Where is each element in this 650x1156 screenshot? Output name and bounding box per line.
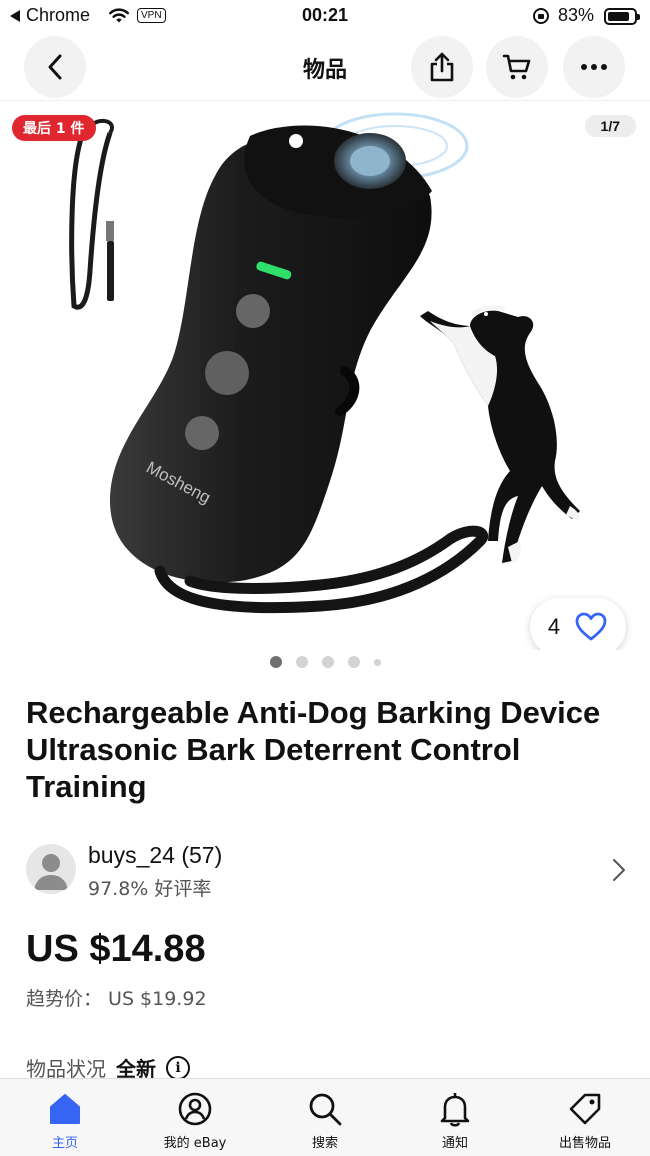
tab-sell-label: 出售物品 [558, 1136, 611, 1151]
home-icon [50, 1094, 80, 1124]
product-image-gallery[interactable]: Mosheng 最后 1 件 1/7 4 [0, 100, 650, 650]
share-button[interactable] [411, 36, 473, 98]
clock: 00:21 [301, 5, 349, 25]
pagination-dot[interactable] [347, 656, 360, 668]
avatar [26, 844, 76, 894]
watch-button[interactable]: 4 [530, 598, 626, 650]
tab-search-label: 搜索 [311, 1136, 338, 1151]
watch-count: 4 [547, 614, 561, 639]
heart-icon [575, 612, 607, 641]
cart-icon [502, 54, 531, 80]
battery-icon [604, 8, 640, 25]
seller-row[interactable]: buys_24 (57) 97.8% 好评率 [0, 838, 650, 904]
tab-notifications[interactable]: 通知 [390, 1079, 520, 1156]
cart-button[interactable] [486, 36, 548, 98]
pagination-dot[interactable] [321, 656, 334, 668]
chevron-right-icon [613, 859, 625, 881]
info-icon[interactable]: i [166, 1055, 190, 1080]
tag-icon [569, 1093, 601, 1125]
tab-notifications-label: 通知 [441, 1136, 468, 1151]
user-silhouette-icon [34, 854, 68, 890]
search-icon [309, 1093, 342, 1126]
more-button[interactable] [563, 36, 625, 98]
bell-icon [440, 1093, 470, 1127]
last-item-badge: 最后 1 件 [12, 115, 96, 141]
trend-price: 趋势价： US $19.92 [26, 988, 207, 1010]
status-bar: Chrome VPN 00:21 83% [0, 0, 650, 34]
item-price: US $14.88 [26, 928, 206, 970]
image-counter: 1/7 [584, 115, 636, 137]
orientation-lock-icon [533, 8, 549, 24]
tab-sell[interactable]: 出售物品 [520, 1079, 650, 1156]
product-image: Mosheng [69, 112, 580, 614]
tab-home-label: 主页 [51, 1136, 78, 1151]
tab-my-ebay[interactable]: 我的 eBay [130, 1079, 260, 1156]
item-title: Rechargeable Anti-Dog Barking Device Ult… [26, 695, 601, 804]
nav-header: 物品 [0, 34, 650, 100]
pagination-dot[interactable] [373, 658, 381, 666]
share-icon [430, 52, 454, 82]
tab-search[interactable]: 搜索 [260, 1079, 390, 1156]
tab-my-ebay-label: 我的 eBay [163, 1136, 227, 1151]
gallery-pagination [0, 656, 650, 668]
bottom-tab-bar: 主页 我的 eBay 搜索 通知 出售物品 [0, 1078, 650, 1156]
pagination-dot[interactable] [295, 656, 308, 668]
seller-rating: 97.8% 好评率 [88, 878, 212, 900]
page-title: 物品 [302, 58, 347, 83]
seller-name[interactable]: buys_24 (57) [88, 842, 222, 869]
battery-percent: 83% [558, 5, 595, 25]
more-icon [581, 64, 607, 70]
profile-icon [178, 1092, 212, 1126]
tab-home[interactable]: 主页 [0, 1079, 130, 1156]
pagination-dot[interactable] [269, 656, 282, 668]
